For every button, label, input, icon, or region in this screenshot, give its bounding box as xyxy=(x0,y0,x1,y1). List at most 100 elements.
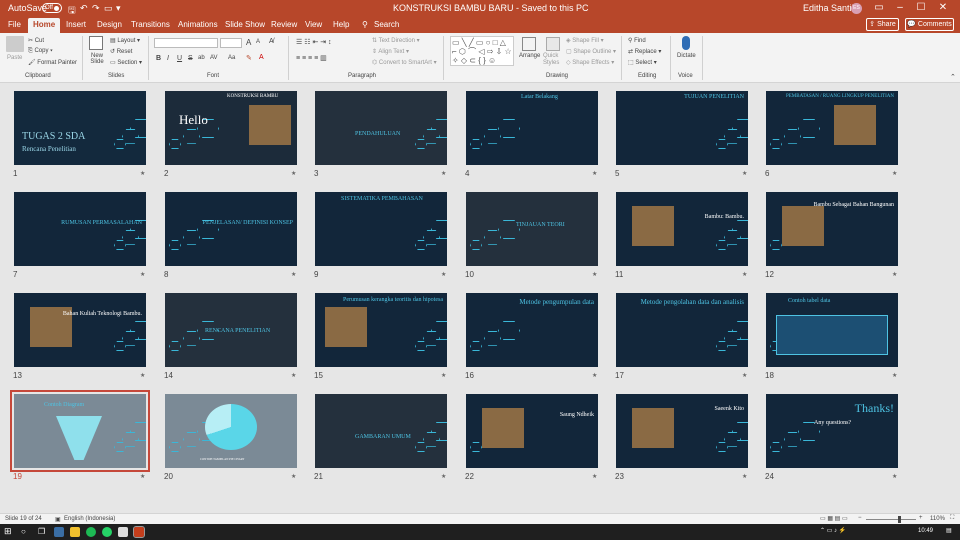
app-icon-files[interactable] xyxy=(70,527,80,537)
microphone-icon[interactable] xyxy=(682,36,690,50)
collapse-ribbon-icon[interactable]: ⌃ xyxy=(950,73,956,81)
align-icons[interactable]: ≡ ≡ ≡ ≡ ▥ xyxy=(296,54,327,62)
tab-search[interactable]: Search xyxy=(374,20,399,29)
transition-icon[interactable]: ★ xyxy=(291,372,296,379)
transition-icon[interactable]: ★ xyxy=(441,271,446,278)
shrink-font-button[interactable]: A xyxy=(256,39,260,45)
app-icon-spotify[interactable] xyxy=(86,527,96,537)
comments-button[interactable]: 💬 Comments xyxy=(905,18,954,31)
maximize-icon[interactable]: ☐ xyxy=(914,2,928,15)
tab-review[interactable]: Review xyxy=(271,20,297,29)
char-spacing-button[interactable]: AV xyxy=(210,55,218,61)
slide-thumbnail[interactable]: Hello KONSTRUKSI BAMBU xyxy=(165,91,297,165)
text-direction-button[interactable]: ⇅ Text Direction ▾ xyxy=(372,37,420,44)
tab-insert[interactable]: Insert xyxy=(66,20,86,29)
font-name-dropdown[interactable] xyxy=(154,38,218,48)
zoom-level[interactable]: 110% xyxy=(930,516,945,522)
transition-icon[interactable]: ★ xyxy=(291,473,296,480)
quick-styles-button[interactable]: Quick Styles xyxy=(543,53,565,67)
spellcheck-icon[interactable]: ▣ xyxy=(55,516,61,523)
transition-icon[interactable]: ★ xyxy=(592,372,597,379)
cut-button[interactable]: ✂ Cut xyxy=(28,37,44,44)
italic-button[interactable]: I xyxy=(167,55,169,62)
transition-icon[interactable]: ★ xyxy=(592,170,597,177)
slide-thumbnail[interactable]: TUGAS 2 SDA Rencana Penelitian xyxy=(14,91,146,165)
bold-button[interactable]: B xyxy=(156,55,161,62)
slide-thumbnail[interactable]: Contoh Diagram xyxy=(10,390,150,472)
notifications-icon[interactable]: ▤ xyxy=(946,527,952,534)
present-icon[interactable]: ▭ xyxy=(104,3,113,14)
new-slide-icon[interactable] xyxy=(89,36,103,50)
search-taskbar-icon[interactable]: ○ xyxy=(21,527,26,536)
ribbon-display-icon[interactable]: ▭ xyxy=(872,2,886,15)
transition-icon[interactable]: ★ xyxy=(742,271,747,278)
slide-thumbnail[interactable]: TUJUAN PENELITIAN xyxy=(616,91,748,165)
transition-icon[interactable]: ★ xyxy=(592,473,597,480)
transition-icon[interactable]: ★ xyxy=(441,170,446,177)
transition-icon[interactable]: ★ xyxy=(140,372,145,379)
layout-button[interactable]: ▤ Layout ▾ xyxy=(110,37,140,44)
transition-icon[interactable]: ★ xyxy=(742,170,747,177)
transition-icon[interactable]: ★ xyxy=(892,372,897,379)
transition-icon[interactable]: ★ xyxy=(892,473,897,480)
shape-effects-button[interactable]: ◇ Shape Effects ▾ xyxy=(566,59,614,66)
slide-thumbnail[interactable]: SISTEMATIKA PEMBAHASAN xyxy=(315,192,447,266)
shapes-gallery[interactable]: ▭ ╲ ╱ ▭ ○ □ △ ⌐ ⬡ ⌒ ◁ ⇨ ⇩ ☆ ✧ ◇ ⊂ { } ☺ xyxy=(450,36,514,66)
slide-thumbnail[interactable]: Thanks! Any questions? xyxy=(766,394,898,468)
dictate-button[interactable]: Dictate xyxy=(677,53,696,59)
slide-thumbnail[interactable]: Contoh tabel data xyxy=(766,293,898,367)
align-text-button[interactable]: ⇕ Align Text ▾ xyxy=(372,48,409,55)
select-button[interactable]: ⬚ Select ▾ xyxy=(628,59,657,66)
transition-icon[interactable]: ★ xyxy=(892,271,897,278)
shape-fill-button[interactable]: ◈ Shape Fill ▾ xyxy=(566,37,604,44)
fit-slide-icon[interactable]: ⛶ xyxy=(950,515,954,522)
slide-thumbnail[interactable]: Bambu Sebagai Bahan Bangunan xyxy=(766,192,898,266)
shadow-button[interactable]: ab xyxy=(198,55,205,61)
slide-thumbnail[interactable]: Metode pengolahan data dan analisis xyxy=(616,293,748,367)
slide-thumbnail[interactable]: Bambu: Bambu. xyxy=(616,192,748,266)
slide-thumbnail[interactable]: Metode pengumpulan data xyxy=(466,293,598,367)
underline-button[interactable]: U xyxy=(177,55,182,62)
arrange-icon[interactable] xyxy=(522,37,536,51)
slide-thumbnail[interactable]: PEMBATASAN / RUANG LINGKUP PENELITIAN xyxy=(766,91,898,165)
slide-thumbnail[interactable]: RENCANA PENELITIAN xyxy=(165,293,297,367)
app-icon-powerpoint[interactable] xyxy=(133,526,145,538)
change-case-button[interactable]: Aa xyxy=(228,55,235,61)
transition-icon[interactable]: ★ xyxy=(291,271,296,278)
bullets-icon[interactable]: ☰ ☷ ⇤ ⇥ ↕ xyxy=(296,38,332,46)
new-slide-button[interactable]: New Slide xyxy=(87,53,107,65)
slide-thumbnail[interactable]: RUMUSAN PERMASALAHAN xyxy=(14,192,146,266)
language-indicator[interactable]: English (Indonesia) xyxy=(64,516,115,522)
customize-qat-icon[interactable]: ▾ xyxy=(116,3,121,14)
autosave-toggle[interactable]: Off xyxy=(42,3,62,13)
transition-icon[interactable]: ★ xyxy=(742,473,747,480)
app-icon-explorer[interactable] xyxy=(54,527,64,537)
clear-format-icon[interactable]: A̸ xyxy=(269,38,274,45)
replace-button[interactable]: ⇄ Replace ▾ xyxy=(628,48,661,55)
slide-thumbnail[interactable]: Saeenk Kito xyxy=(616,394,748,468)
slide-thumbnail[interactable]: CONTOH TAMPILAN PIE CHART xyxy=(165,394,297,468)
close-icon[interactable]: ✕ xyxy=(936,2,950,15)
redo-icon[interactable]: ↷ xyxy=(92,3,100,14)
strikethrough-button[interactable]: S xyxy=(188,55,193,62)
search-icon[interactable]: ⚲ xyxy=(362,20,368,29)
zoom-slider[interactable] xyxy=(866,519,916,520)
transition-icon[interactable]: ★ xyxy=(140,271,145,278)
slide-thumbnail[interactable]: PENJELASAN/ DEFINISI KONSEP xyxy=(165,192,297,266)
zoom-in-icon[interactable]: + xyxy=(919,515,923,521)
view-normal-icon[interactable]: ▭ ▦ ▤ ▭ xyxy=(820,515,848,522)
slide-thumbnail[interactable]: Bahan Kuliah Teknologi Bambu. xyxy=(14,293,146,367)
system-tray-icons[interactable]: ⌃ ▭ ♪ ⚡ xyxy=(820,527,846,534)
transition-icon[interactable]: ★ xyxy=(291,170,296,177)
transition-icon[interactable]: ★ xyxy=(441,473,446,480)
tab-design[interactable]: Design xyxy=(97,20,122,29)
slide-thumbnail[interactable]: Saung Ndheik xyxy=(466,394,598,468)
transition-icon[interactable]: ★ xyxy=(592,271,597,278)
font-color-icon[interactable]: A xyxy=(259,54,264,61)
slide-thumbnail[interactable]: TINJAUAN TEORI xyxy=(466,192,598,266)
quick-styles-icon[interactable] xyxy=(546,37,560,51)
transition-icon[interactable]: ★ xyxy=(441,372,446,379)
tab-file[interactable]: File xyxy=(8,20,21,29)
windows-start-icon[interactable]: ⊞ xyxy=(4,526,12,537)
tab-transitions[interactable]: Transitions xyxy=(131,20,170,29)
